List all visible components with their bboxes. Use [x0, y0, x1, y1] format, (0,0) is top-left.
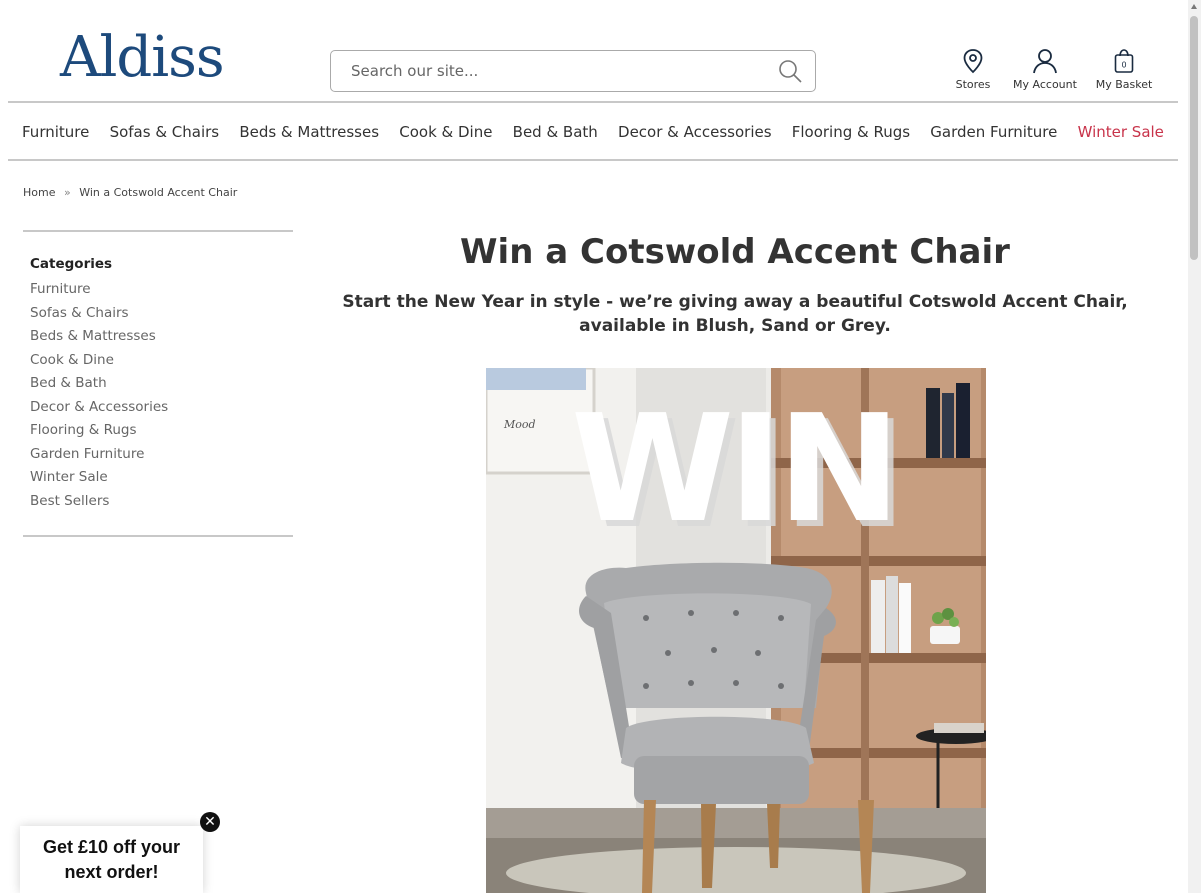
- nav-furniture[interactable]: Furniture: [22, 123, 89, 141]
- breadcrumb: Home » Win a Cotswold Accent Chair: [23, 186, 237, 199]
- sidebar-item-winter-sale[interactable]: Winter Sale: [30, 466, 293, 490]
- sidebar-item-sofas-chairs[interactable]: Sofas & Chairs: [30, 302, 293, 326]
- header-divider: [8, 101, 1178, 103]
- account-label: My Account: [1013, 78, 1077, 91]
- basket-label: My Basket: [1095, 78, 1153, 91]
- nav-bed-bath[interactable]: Bed & Bath: [513, 123, 598, 141]
- nav-divider: [8, 159, 1178, 161]
- sidebar-item-furniture[interactable]: Furniture: [30, 278, 293, 302]
- scrollbar-thumb[interactable]: [1190, 16, 1198, 260]
- basket-count: 0: [1121, 61, 1126, 70]
- sidebar-item-bed-bath[interactable]: Bed & Bath: [30, 372, 293, 396]
- user-icon: [1033, 49, 1057, 74]
- hero-win-text: WIN: [571, 383, 895, 555]
- basket-icon: 0: [1114, 49, 1134, 73]
- map-pin-icon: [963, 49, 983, 74]
- category-sidebar: Categories Furniture Sofas & Chairs Beds…: [23, 230, 293, 537]
- account-link[interactable]: My Account: [1010, 48, 1080, 91]
- stores-label: Stores: [955, 78, 991, 91]
- brand-logo[interactable]: Aldiss: [60, 30, 225, 86]
- svg-text:Mood: Mood: [503, 418, 536, 431]
- sidebar-item-cook-dine[interactable]: Cook & Dine: [30, 349, 293, 373]
- nav-flooring-rugs[interactable]: Flooring & Rugs: [792, 123, 910, 141]
- breadcrumb-current: Win a Cotswold Accent Chair: [79, 186, 238, 199]
- nav-garden-furniture[interactable]: Garden Furniture: [930, 123, 1057, 141]
- discount-popup[interactable]: Get £10 off your next order!: [20, 826, 203, 893]
- hero-image: Mood WIN WIN: [486, 368, 986, 893]
- nav-winter-sale[interactable]: Winter Sale: [1078, 123, 1164, 141]
- sidebar-item-decor-accessories[interactable]: Decor & Accessories: [30, 396, 293, 420]
- scroll-up-arrow-icon[interactable]: [1191, 4, 1197, 9]
- sidebar-divider-top: [23, 230, 293, 232]
- sidebar-item-beds-mattresses[interactable]: Beds & Mattresses: [30, 325, 293, 349]
- sidebar-divider-bottom: [23, 535, 293, 537]
- nav-beds-mattresses[interactable]: Beds & Mattresses: [239, 123, 379, 141]
- main-nav: Furniture Sofas & Chairs Beds & Mattress…: [8, 104, 1178, 159]
- sidebar-heading: Categories: [30, 256, 113, 272]
- basket-link[interactable]: 0 My Basket: [1094, 48, 1154, 91]
- nav-cook-dine[interactable]: Cook & Dine: [399, 123, 492, 141]
- sidebar-item-flooring-rugs[interactable]: Flooring & Rugs: [30, 419, 293, 443]
- nav-decor-accessories[interactable]: Decor & Accessories: [618, 123, 772, 141]
- nav-sofas-chairs[interactable]: Sofas & Chairs: [110, 123, 220, 141]
- chair-illustration: Mood WIN WIN: [486, 368, 986, 893]
- stores-link[interactable]: Stores: [953, 48, 993, 91]
- search-input[interactable]: [351, 59, 751, 83]
- sidebar-item-best-sellers[interactable]: Best Sellers: [30, 490, 293, 514]
- discount-line-2: next order!: [64, 862, 159, 882]
- sidebar-item-garden-furniture[interactable]: Garden Furniture: [30, 443, 293, 467]
- category-list: Furniture Sofas & Chairs Beds & Mattress…: [30, 278, 293, 513]
- page-scrollbar[interactable]: [1188, 0, 1201, 893]
- close-icon[interactable]: ✕: [200, 812, 220, 832]
- discount-line-1: Get £10 off your: [42, 837, 181, 857]
- page-subtitle: Start the New Year in style - we’re givi…: [342, 292, 1128, 336]
- breadcrumb-separator: »: [63, 186, 71, 199]
- search-icon[interactable]: [777, 58, 803, 84]
- site-header: Aldiss Stores My Account 0 My Basket: [0, 0, 1188, 102]
- page-title: Win a Cotswold Accent Chair: [460, 232, 1010, 272]
- breadcrumb-home[interactable]: Home: [23, 186, 55, 199]
- search-box[interactable]: [330, 50, 816, 92]
